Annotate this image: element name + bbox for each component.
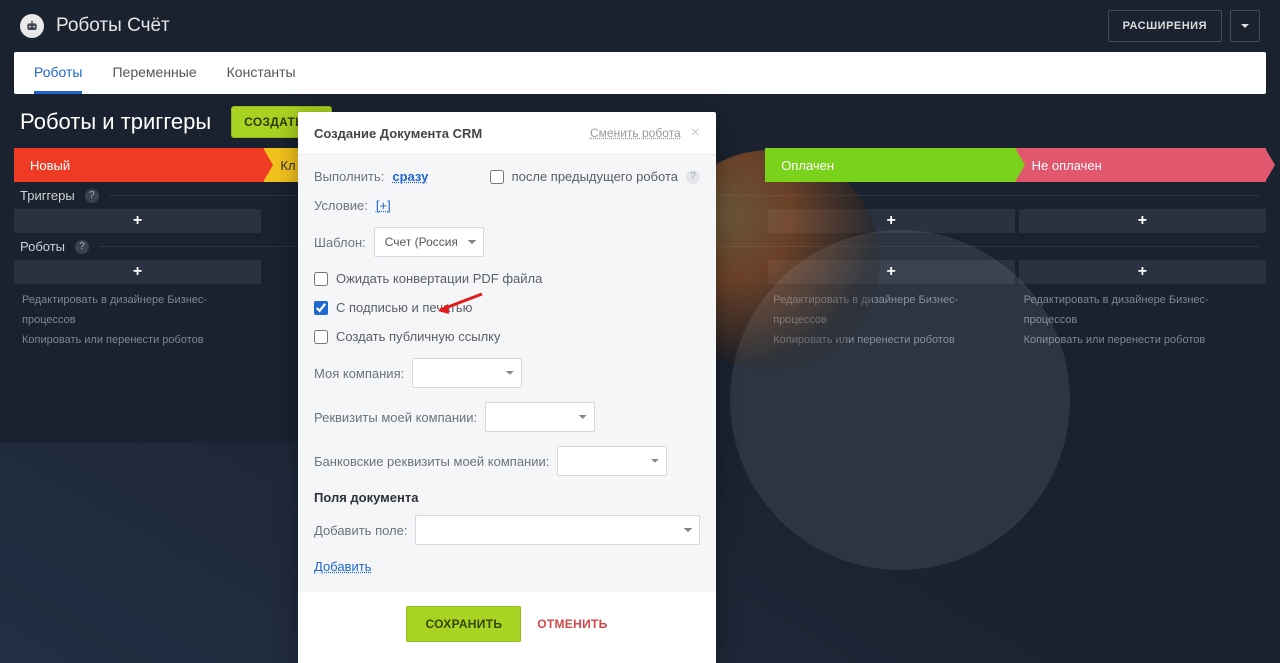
add-robot-button[interactable]: +: [14, 260, 261, 284]
tab-constants[interactable]: Константы: [227, 52, 296, 94]
add-robot-button[interactable]: +: [1019, 260, 1266, 284]
extensions-button[interactable]: РАСШИРЕНИЯ: [1108, 10, 1222, 42]
after-previous-checkbox[interactable]: [490, 170, 504, 184]
help-icon[interactable]: ?: [85, 189, 99, 203]
add-trigger-button[interactable]: +: [14, 209, 261, 233]
wait-pdf-label: Ожидать конвертации PDF файла: [336, 271, 542, 286]
copy-move-robots-link[interactable]: Копировать или перенести роботов: [773, 330, 1007, 350]
my-company-bank-select[interactable]: [557, 446, 667, 476]
stage-unpaid[interactable]: Не оплачен: [1016, 148, 1266, 182]
with-signature-label: С подписью и печатью: [336, 300, 472, 315]
copy-move-robots-link[interactable]: Копировать или перенести роботов: [22, 330, 256, 350]
close-icon[interactable]: ×: [691, 124, 700, 142]
section-robots-label: Роботы: [20, 239, 65, 254]
tab-variables[interactable]: Переменные: [112, 52, 196, 94]
condition-label: Условие:: [314, 198, 368, 213]
template-label: Шаблон:: [314, 235, 366, 250]
condition-add-link[interactable]: [+]: [376, 198, 391, 213]
add-trigger-button[interactable]: +: [768, 209, 1015, 233]
add-link[interactable]: Добавить: [314, 559, 371, 574]
copy-move-robots-link[interactable]: Копировать или перенести роботов: [1024, 330, 1258, 350]
app-icon: [20, 14, 44, 38]
execute-value-link[interactable]: сразу: [392, 169, 428, 184]
add-trigger-button[interactable]: +: [1019, 209, 1266, 233]
page-heading: Роботы и триггеры: [20, 109, 211, 135]
with-signature-checkbox[interactable]: [314, 301, 328, 315]
edit-in-designer-link[interactable]: Редактировать в дизайнере Бизнес-процесс…: [1024, 290, 1258, 330]
stage-paid[interactable]: Оплачен: [765, 148, 1015, 182]
edit-in-designer-link[interactable]: Редактировать в дизайнере Бизнес-процесс…: [22, 290, 256, 330]
help-icon[interactable]: ?: [75, 240, 89, 254]
edit-in-designer-link[interactable]: Редактировать в дизайнере Бизнес-процесс…: [773, 290, 1007, 330]
add-field-select[interactable]: [415, 515, 700, 545]
create-crm-document-modal: Создание Документа CRM Сменить робота × …: [298, 112, 716, 663]
top-bar: Роботы Счёт РАСШИРЕНИЯ: [0, 0, 1280, 52]
create-public-link-checkbox[interactable]: [314, 330, 328, 344]
help-icon[interactable]: ?: [686, 170, 700, 184]
after-previous-label: после предыдущего робота: [512, 169, 678, 184]
my-company-requisites-select[interactable]: [485, 402, 595, 432]
modal-title: Создание Документа CRM: [314, 126, 482, 141]
create-button-label: СОЗДАТЬ: [244, 115, 304, 129]
stage-new[interactable]: Новый: [14, 148, 264, 182]
add-robot-button[interactable]: +: [768, 260, 1015, 284]
wait-pdf-checkbox[interactable]: [314, 272, 328, 286]
my-company-bank-label: Банковские реквизиты моей компании:: [314, 454, 549, 469]
my-company-requisites-label: Реквизиты моей компании:: [314, 410, 477, 425]
tabs-bar: Роботы Переменные Константы: [14, 52, 1266, 94]
template-select[interactable]: Счет (Россия): [374, 227, 484, 257]
save-button[interactable]: СОХРАНИТЬ: [406, 606, 521, 642]
add-field-label: Добавить поле:: [314, 523, 407, 538]
my-company-label: Моя компания:: [314, 366, 404, 381]
extensions-dropdown[interactable]: [1230, 10, 1260, 42]
execute-label: Выполнить:: [314, 169, 384, 184]
cancel-button[interactable]: ОТМЕНИТЬ: [537, 617, 607, 631]
document-fields-title: Поля документа: [314, 490, 700, 505]
section-triggers-label: Триггеры: [20, 188, 75, 203]
page-title: Роботы Счёт: [56, 15, 170, 37]
tab-robots[interactable]: Роботы: [34, 52, 82, 94]
create-public-link-label: Создать публичную ссылку: [336, 329, 501, 344]
change-robot-link[interactable]: Сменить робота: [590, 126, 681, 140]
chevron-down-icon: [1240, 21, 1250, 31]
my-company-select[interactable]: [412, 358, 522, 388]
